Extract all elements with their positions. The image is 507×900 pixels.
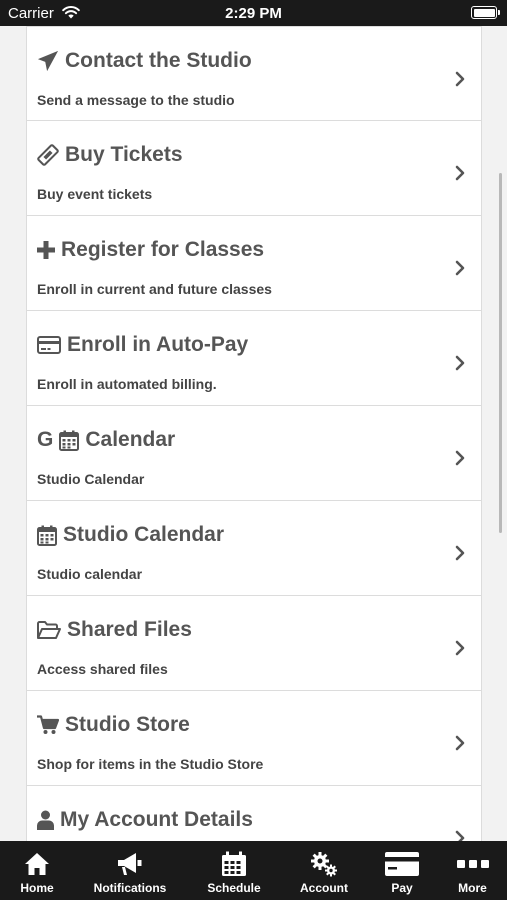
tab-account[interactable]: Account — [282, 841, 366, 900]
calendar-icon — [37, 525, 57, 546]
menu-item-title: Studio Store — [65, 713, 190, 736]
menu-item-title: Calendar — [85, 428, 176, 451]
menu-scroll-area[interactable]: Contact the Studio Send a message to the… — [0, 26, 507, 841]
shopping-cart-icon — [37, 715, 59, 734]
folder-open-icon — [37, 620, 61, 639]
menu-item-subtitle: Shop for items in the Studio Store — [37, 756, 264, 772]
menu-item-studio-calendar[interactable]: Studio Calendar Studio calendar — [26, 501, 482, 596]
scrollbar[interactable] — [499, 173, 502, 533]
chevron-right-icon — [455, 355, 465, 371]
menu-item-calendar[interactable]: G Calendar Studio Calendar — [26, 406, 482, 501]
tab-label: More — [458, 881, 487, 895]
menu-item-subtitle: Studio Calendar — [37, 471, 145, 487]
tab-more[interactable]: More — [438, 841, 507, 900]
menu-item-subtitle: Enroll in current and future classes — [37, 281, 272, 297]
menu-item-contact-studio[interactable]: Contact the Studio Send a message to the… — [26, 26, 482, 121]
plus-icon — [37, 241, 55, 259]
calendar-icon — [59, 430, 80, 451]
gears-icon — [311, 852, 337, 877]
home-icon — [25, 853, 49, 875]
bottom-tab-bar: Home Notifications Schedule Account Pay … — [0, 841, 507, 900]
menu-item-title: Studio Calendar — [63, 523, 225, 546]
chevron-right-icon — [455, 260, 465, 276]
menu-item-title: Buy Tickets — [65, 143, 183, 166]
menu-item-title: My Account Details — [60, 808, 253, 831]
menu-item-account-details[interactable]: My Account Details — [26, 786, 482, 841]
chevron-right-icon — [455, 71, 465, 87]
menu-item-studio-store[interactable]: Studio Store Shop for items in the Studi… — [26, 691, 482, 786]
menu-item-title: Contact the Studio — [65, 49, 252, 72]
chevron-right-icon — [455, 735, 465, 751]
tab-label: Schedule — [207, 881, 261, 895]
chevron-right-icon — [455, 640, 465, 656]
megaphone-icon — [118, 853, 142, 875]
tab-home[interactable]: Home — [0, 841, 74, 900]
tab-label: Pay — [391, 881, 413, 895]
menu-item-title: Enroll in Auto-Pay — [67, 333, 249, 356]
chevron-right-icon — [455, 830, 465, 841]
credit-card-icon — [385, 852, 419, 876]
tab-label: Home — [20, 881, 54, 895]
menu-item-subtitle: Access shared files — [37, 661, 168, 677]
google-g-icon: G — [37, 428, 54, 451]
tab-notifications[interactable]: Notifications — [74, 841, 186, 900]
tab-label: Notifications — [93, 881, 167, 895]
credit-card-icon — [37, 336, 61, 354]
ticket-icon — [37, 144, 59, 166]
tab-schedule[interactable]: Schedule — [186, 841, 282, 900]
menu-item-shared-files[interactable]: Shared Files Access shared files — [26, 596, 482, 691]
paper-plane-icon — [37, 50, 59, 72]
chevron-right-icon — [455, 545, 465, 561]
menu-item-title: Register for Classes — [61, 238, 265, 261]
menu-item-subtitle: Buy event tickets — [37, 186, 153, 202]
user-icon — [37, 810, 54, 830]
tab-label: Account — [300, 881, 348, 895]
menu-item-enroll-autopay[interactable]: Enroll in Auto-Pay Enroll in automated b… — [26, 311, 482, 406]
tab-pay[interactable]: Pay — [366, 841, 438, 900]
calendar-grid-icon — [222, 851, 246, 876]
status-bar: Carrier 2:29 PM — [0, 0, 507, 26]
battery-icon — [471, 6, 500, 19]
ellipsis-icon — [456, 860, 489, 868]
menu-item-title: Shared Files — [67, 618, 192, 641]
chevron-right-icon — [455, 165, 465, 181]
menu-list: Contact the Studio Send a message to the… — [26, 26, 482, 841]
status-time: 2:29 PM — [225, 5, 282, 22]
menu-item-subtitle: Send a message to the studio — [37, 92, 235, 108]
menu-item-register-classes[interactable]: Register for Classes Enroll in current a… — [26, 216, 482, 311]
menu-item-subtitle: Enroll in automated billing. — [37, 376, 217, 392]
menu-item-subtitle: Studio calendar — [37, 566, 143, 582]
menu-item-buy-tickets[interactable]: Buy Tickets Buy event tickets — [26, 121, 482, 216]
chevron-right-icon — [455, 450, 465, 466]
